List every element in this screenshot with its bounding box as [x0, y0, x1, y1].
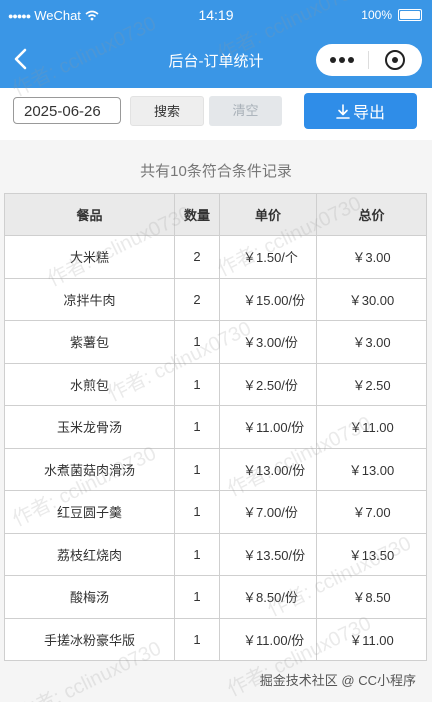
table-row: 水煎包 1 ￥2.50/份 ￥2.50 [5, 363, 427, 406]
cell-unit-price: ￥8.50/份 [220, 576, 317, 619]
battery-percent: 100% [361, 8, 392, 22]
cell-item: 水煮菌菇肉滑汤 [5, 448, 175, 491]
cell-total: ￥11.00 [317, 406, 427, 449]
cell-item: 酸梅汤 [5, 576, 175, 619]
table-row: 大米糕 2 ￥1.50/个 ￥3.00 [5, 236, 427, 279]
more-button[interactable] [316, 44, 368, 76]
cell-item: 红豆圆子羹 [5, 491, 175, 534]
cell-qty: 1 [175, 533, 220, 576]
cell-unit-price: ￥13.00/份 [220, 448, 317, 491]
header-total: 总价 [317, 194, 427, 236]
cell-unit-price: ￥3.00/份 [220, 321, 317, 364]
close-button[interactable] [369, 44, 421, 76]
cell-qty: 1 [175, 321, 220, 364]
cell-total: ￥11.00 [317, 618, 427, 661]
table-row: 手搓冰粉豪华版 1 ￥11.00/份 ￥11.00 [5, 618, 427, 661]
date-picker[interactable]: 2025-06-26 [13, 97, 121, 124]
cell-item: 手搓冰粉豪华版 [5, 618, 175, 661]
cell-item: 紫薯包 [5, 321, 175, 364]
export-button[interactable]: 导出 [304, 93, 417, 129]
clear-button[interactable]: 清空 [209, 96, 282, 126]
cell-total: ￥13.00 [317, 448, 427, 491]
header-unit-price: 单价 [220, 194, 317, 236]
header-item: 餐品 [5, 194, 175, 236]
order-table: 餐品 数量 单价 总价 大米糕 2 ￥1.50/个 ￥3.00 凉拌牛肉 2 ￥15.00/… [4, 193, 427, 661]
battery-icon [398, 9, 422, 21]
header-qty: 数量 [175, 194, 220, 236]
cell-qty: 1 [175, 448, 220, 491]
cell-unit-price: ￥13.50/份 [220, 533, 317, 576]
table-row: 酸梅汤 1 ￥8.50/份 ￥8.50 [5, 576, 427, 619]
cell-qty: 1 [175, 618, 220, 661]
table-header-row: 餐品 数量 单价 总价 [5, 194, 427, 236]
mini-program-capsule [316, 44, 422, 76]
table-row: 红豆圆子羹 1 ￥7.00/份 ￥7.00 [5, 491, 427, 534]
cell-unit-price: ￥7.00/份 [220, 491, 317, 534]
close-circle-icon [385, 50, 405, 70]
download-icon [336, 103, 350, 119]
cell-qty: 2 [175, 278, 220, 321]
cell-unit-price: ￥11.00/份 [220, 618, 317, 661]
export-label: 导出 [352, 105, 385, 122]
cell-qty: 1 [175, 406, 220, 449]
table-row: 玉米龙骨汤 1 ￥11.00/份 ￥11.00 [5, 406, 427, 449]
search-button[interactable]: 搜索 [130, 96, 204, 126]
cell-unit-price: ￥11.00/份 [220, 406, 317, 449]
filter-toolbar: 2025-06-26 搜索 清空 导出 [0, 88, 432, 140]
table-row: 凉拌牛肉 2 ￥15.00/份 ￥30.00 [5, 278, 427, 321]
cell-qty: 1 [175, 576, 220, 619]
cell-qty: 1 [175, 491, 220, 534]
cell-total: ￥3.00 [317, 236, 427, 279]
cell-total: ￥3.00 [317, 321, 427, 364]
cell-total: ￥13.50 [317, 533, 427, 576]
more-dots-icon [330, 57, 336, 63]
record-count: 共有10条符合条件记录 [140, 163, 292, 180]
nav-bar: 后台-订单统计 [0, 30, 432, 88]
footer-credit: 掘金技术社区 @ CC小程序 [259, 673, 416, 688]
cell-total: ￥8.50 [317, 576, 427, 619]
table-row: 水煮菌菇肉滑汤 1 ￥13.00/份 ￥13.00 [5, 448, 427, 491]
status-bar: ●●●●● WeChat 14:19 100% [0, 0, 432, 30]
cell-qty: 1 [175, 363, 220, 406]
cell-item: 荔枝红烧肉 [5, 533, 175, 576]
cell-unit-price: ￥2.50/份 [220, 363, 317, 406]
table-row: 荔枝红烧肉 1 ￥13.50/份 ￥13.50 [5, 533, 427, 576]
cell-item: 大米糕 [5, 236, 175, 279]
cell-item: 水煎包 [5, 363, 175, 406]
cell-total: ￥30.00 [317, 278, 427, 321]
cell-item: 玉米龙骨汤 [5, 406, 175, 449]
table-row: 紫薯包 1 ￥3.00/份 ￥3.00 [5, 321, 427, 364]
cell-unit-price: ￥1.50/个 [220, 236, 317, 279]
cell-qty: 2 [175, 236, 220, 279]
cell-unit-price: ￥15.00/份 [220, 278, 317, 321]
cell-item: 凉拌牛肉 [5, 278, 175, 321]
content-area: 共有10条符合条件记录 餐品 数量 单价 总价 大米糕 2 ￥1.50/个 ￥3.00… [0, 140, 432, 702]
table-body: 大米糕 2 ￥1.50/个 ￥3.00 凉拌牛肉 2 ￥15.00/份 ￥30.00 紫薯包 1 ￥… [5, 236, 427, 661]
cell-total: ￥7.00 [317, 491, 427, 534]
cell-total: ￥2.50 [317, 363, 427, 406]
